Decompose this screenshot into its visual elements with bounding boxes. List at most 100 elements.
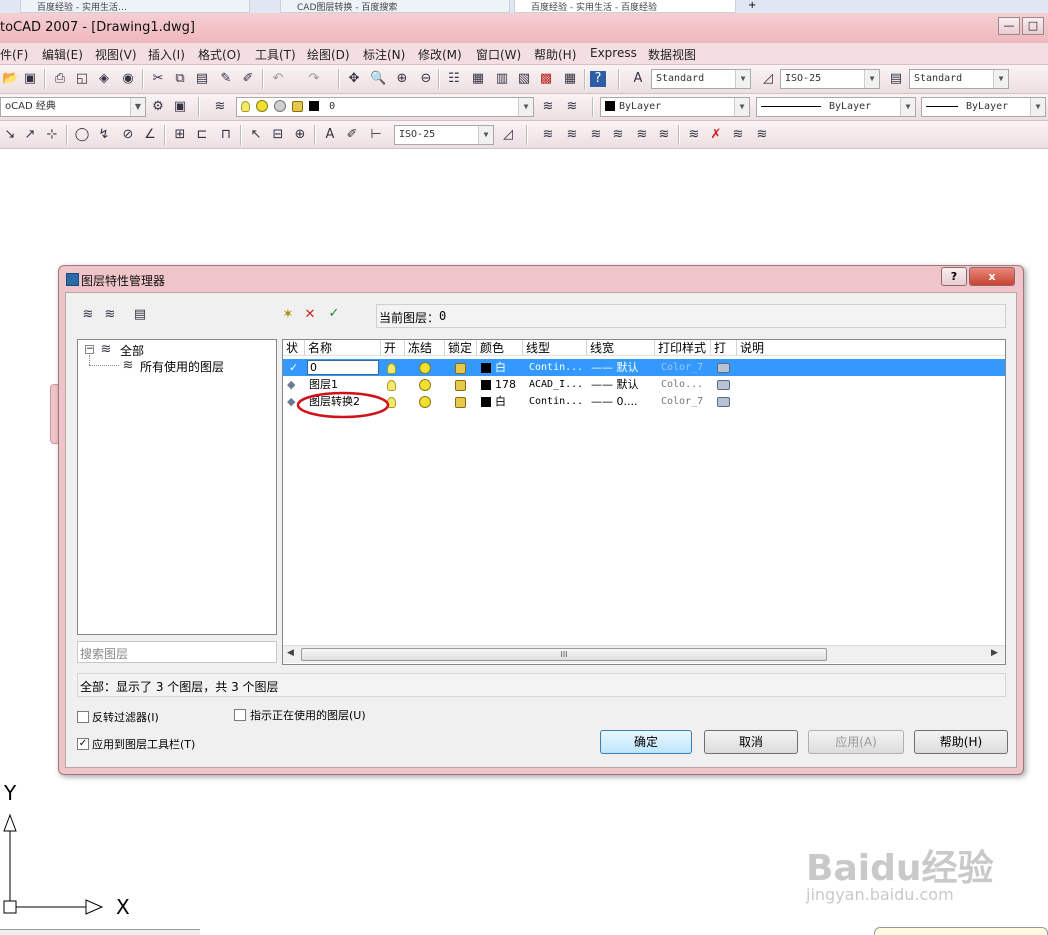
menu-edit[interactable]: 编辑(E) xyxy=(42,46,83,63)
col-on[interactable]: 开 xyxy=(381,340,405,356)
dim-style-icon[interactable]: ◿ xyxy=(760,71,776,87)
menu-data-view[interactable]: 数据视图 xyxy=(648,46,696,63)
dim-style-combo[interactable]: ISO-25 ▼ xyxy=(780,69,880,89)
dialog-help-button[interactable]: ? xyxy=(941,267,967,286)
dialog-close-button[interactable]: x xyxy=(969,267,1015,286)
col-lineweight[interactable]: 线宽 xyxy=(587,340,655,356)
layer-color-cell[interactable]: 白 xyxy=(481,393,506,410)
publish-icon[interactable]: ◈ xyxy=(96,71,112,87)
layer-lock-icon[interactable] xyxy=(455,376,466,393)
properties-icon[interactable]: ☷ xyxy=(446,71,462,87)
layer-freeze-icon[interactable] xyxy=(419,376,431,393)
match-properties-icon[interactable]: ✎ xyxy=(218,71,234,87)
layer-lock-icon[interactable] xyxy=(455,393,466,410)
dim-text-edit-icon[interactable]: ✐ xyxy=(344,127,360,143)
open-icon[interactable]: 📂 xyxy=(2,71,18,87)
linear-dim-icon[interactable]: ↘ xyxy=(2,127,18,143)
radius-icon[interactable]: ◯ xyxy=(74,127,90,143)
layer-tool-7-icon[interactable]: ≋ xyxy=(686,127,702,143)
layer-manager-icon[interactable]: ≋ xyxy=(212,99,228,115)
scroll-left-arrow[interactable]: ◀ xyxy=(287,648,294,658)
layer-tool-9-icon[interactable]: ≋ xyxy=(754,127,770,143)
col-freeze[interactable]: 冻结 xyxy=(405,340,445,356)
layer-on-icon[interactable] xyxy=(387,359,396,376)
help-button[interactable]: 帮助(H) xyxy=(914,730,1008,754)
paste-icon[interactable]: ▤ xyxy=(194,71,210,87)
layer-name-edit[interactable]: 0 xyxy=(307,360,379,375)
printer-icon[interactable] xyxy=(717,376,730,393)
color-combo[interactable]: ByLayer ▼ xyxy=(600,97,750,117)
menu-insert[interactable]: 插入(I) xyxy=(148,46,185,63)
continue-icon[interactable]: ⊓ xyxy=(218,127,234,143)
diameter-icon[interactable]: ⊘ xyxy=(120,127,136,143)
menu-modify[interactable]: 修改(M) xyxy=(418,46,462,63)
apply-button[interactable]: 应用(A) xyxy=(808,730,904,754)
scroll-thumb[interactable]: III xyxy=(301,648,827,661)
text-style-icon[interactable]: A xyxy=(630,71,646,87)
design-center-icon[interactable]: ▦ xyxy=(470,71,486,87)
layer-row-1[interactable]: ◆ 图层1 178 ACAD_I... —— 默认 Colo... xyxy=(283,376,1005,393)
scroll-right-arrow[interactable]: ▶ xyxy=(991,648,998,658)
layer-lineweight[interactable]: —— 默认 xyxy=(591,376,639,393)
col-lock[interactable]: 锁定 xyxy=(445,340,477,356)
baseline-icon[interactable]: ⊏ xyxy=(194,127,210,143)
maximize-button[interactable]: □ xyxy=(1022,17,1044,35)
menu-express[interactable]: Express xyxy=(590,46,637,60)
minimize-button[interactable]: — xyxy=(998,17,1020,35)
preview-icon[interactable]: ◱ xyxy=(74,71,90,87)
col-plot-style[interactable]: 打印样式 xyxy=(655,340,711,356)
copy-icon[interactable]: ⧉ xyxy=(172,71,188,87)
text-style-combo[interactable]: Standard ▼ xyxy=(651,69,751,89)
workspace-settings-icon[interactable]: ⚙ xyxy=(150,99,166,115)
menu-window[interactable]: 窗口(W) xyxy=(476,46,521,63)
ordinate-icon[interactable]: ⊹ xyxy=(44,127,60,143)
table-style-icon[interactable]: ▤ xyxy=(888,71,904,87)
layer-tool-2-icon[interactable]: ≋ xyxy=(564,127,580,143)
layer-lineweight[interactable]: —— 0.... xyxy=(591,393,637,410)
calculator-icon[interactable]: ▦ xyxy=(562,71,578,87)
browser-tab[interactable]: CAD图层转换 - 百度搜索 xyxy=(280,0,510,13)
layer-combo[interactable]: 0 ▼ xyxy=(236,97,534,117)
layer-row-0[interactable]: ✓ 0 白 Contin... —— 默认 Color_7 xyxy=(283,359,1005,376)
layer-lock-icon[interactable] xyxy=(455,359,466,376)
save-icon[interactable]: ▣ xyxy=(22,71,38,87)
menu-help[interactable]: 帮助(H) xyxy=(534,46,576,63)
collapse-toggle[interactable]: − xyxy=(85,345,94,354)
quick-dim-icon[interactable]: ⊞ xyxy=(172,127,188,143)
new-property-filter-icon[interactable]: ≋ xyxy=(80,307,96,323)
redo-icon[interactable]: ↷ xyxy=(306,71,322,87)
printer-icon[interactable] xyxy=(717,393,730,410)
block-editor-icon[interactable]: ✐ xyxy=(240,71,256,87)
layer-linetype[interactable]: Contin... xyxy=(529,359,583,376)
menu-format[interactable]: 格式(O) xyxy=(198,46,241,63)
undo-icon[interactable]: ↶ xyxy=(270,71,286,87)
layer-tool-6-icon[interactable]: ≋ xyxy=(656,127,672,143)
dim-style-combo-2[interactable]: ISO-25 ▼ xyxy=(394,125,494,145)
zoom-realtime-icon[interactable]: 🔍 xyxy=(370,71,386,87)
tree-item-used-layers[interactable]: 所有使用的图层 xyxy=(140,358,224,375)
indicate-used-checkbox[interactable] xyxy=(234,709,246,721)
tool-palettes-icon[interactable]: ▥ xyxy=(494,71,510,87)
layer-tool-5-icon[interactable]: ≋ xyxy=(634,127,650,143)
menu-view[interactable]: 视图(V) xyxy=(95,46,137,63)
help-icon[interactable]: ? xyxy=(590,71,606,87)
jogged-icon[interactable]: ↯ xyxy=(96,127,112,143)
col-linetype[interactable]: 线型 xyxy=(523,340,587,356)
layer-freeze-icon[interactable] xyxy=(419,393,431,410)
workspace-combo[interactable]: oCAD 经典 ▼ xyxy=(0,97,146,117)
lineweight-combo[interactable]: ByLayer ▼ xyxy=(921,97,1046,117)
set-current-icon[interactable]: ✓ xyxy=(326,306,342,322)
layer-color-cell[interactable]: 白 xyxy=(481,359,506,376)
cancel-button[interactable]: 取消 xyxy=(704,730,798,754)
dim-style-manager-icon[interactable]: ◿ xyxy=(500,127,516,143)
zoom-window-icon[interactable]: ⊕ xyxy=(394,71,410,87)
horizontal-scrollbar[interactable]: ◀ III ▶ xyxy=(283,645,1005,663)
tree-item-all[interactable]: 全部 xyxy=(120,342,144,359)
browser-tab-active[interactable]: 百度经验 - 实用生活 - 百度经验 xyxy=(514,0,736,13)
layer-previous-icon[interactable]: ≋ xyxy=(564,99,580,115)
save-workspace-icon[interactable]: ▣ xyxy=(172,99,188,115)
center-mark-icon[interactable]: ⊕ xyxy=(292,127,308,143)
pan-icon[interactable]: ✥ xyxy=(346,71,362,87)
arc-length-icon[interactable]: ↗ xyxy=(22,127,38,143)
angular-icon[interactable]: ∠ xyxy=(142,127,158,143)
